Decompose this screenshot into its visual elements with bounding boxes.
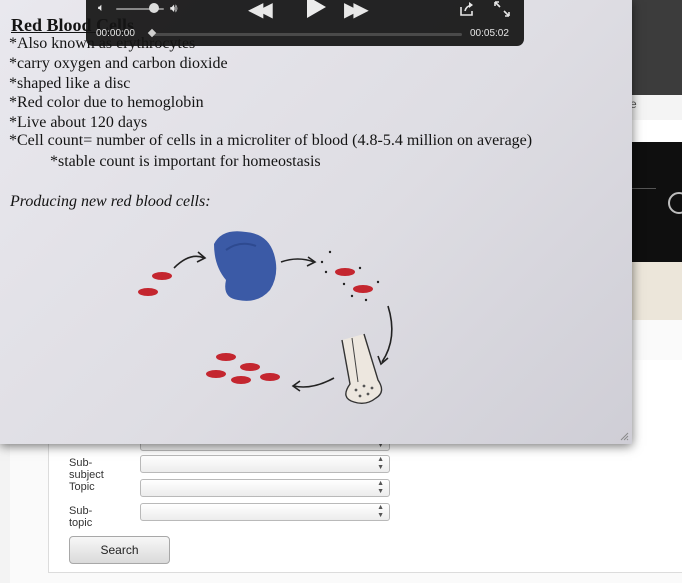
play-icon[interactable] [302,0,328,19]
arrow [381,305,393,363]
dot [328,250,332,254]
resize-grip-icon[interactable] [619,431,629,441]
speaker-icon[interactable]: 🔈︎ [98,2,105,15]
dot [364,298,368,302]
dot [342,282,346,286]
speaker-loud-icon[interactable]: 🔊︎ [170,1,178,16]
select-arrows-icon: ▲▼ [377,456,384,471]
red-cell [206,370,226,378]
share-icon[interactable] [459,1,475,17]
form-label: Sub-topic [69,505,93,529]
select-arrows-icon: ▲▼ [377,504,384,519]
red-cell [353,285,373,293]
video-player-window[interactable]: Red Blood Cells *Also known as erythrocy… [0,0,632,444]
bone-marrow-dot [362,384,366,388]
dot [358,266,362,270]
topic-select[interactable]: ▲ ▼ [140,479,390,497]
red-cell [216,353,236,361]
form-label: Topic [69,481,95,493]
fullscreen-icon[interactable] [494,1,510,17]
red-cell [231,376,251,384]
bone [341,333,383,405]
search-button[interactable]: Search [69,536,170,564]
volume-knob[interactable] [149,3,160,13]
red-cell [138,288,158,296]
red-cell [152,272,172,280]
select-arrows-icon: ▲▼ [377,480,384,495]
dot [376,280,380,284]
bone-marrow-dot [366,392,370,396]
bone-marrow-dot [358,394,362,398]
arrow [173,255,205,269]
rbc-production-diagram [138,231,393,405]
sub-subject-select[interactable]: ▲ ▼ [140,455,390,473]
dot [320,260,324,264]
red-cell [240,363,260,371]
current-time: 00:00:00 [96,28,135,39]
arrow [280,258,315,263]
red-cell [260,373,280,381]
bone-marrow-dot [354,388,358,392]
red-cell [335,268,355,276]
form-label: Sub-subject [69,457,104,481]
rewind-icon[interactable]: ◀◀ [248,0,273,22]
dot [324,270,328,274]
total-time: 00:05:02 [470,28,509,39]
progress-bar[interactable] [152,33,462,36]
bone-marrow-dot [370,386,374,390]
dot [350,294,354,298]
player-controls: 🔈︎ 🔊︎ ◀◀ ▶▶ 00:00:00 00:05:02 [86,0,524,46]
sub-topic-select[interactable]: ▲ ▼ [140,503,390,521]
fast-forward-icon[interactable]: ▶▶ [344,0,369,22]
stem-cell [214,231,277,301]
arrow [293,377,335,388]
